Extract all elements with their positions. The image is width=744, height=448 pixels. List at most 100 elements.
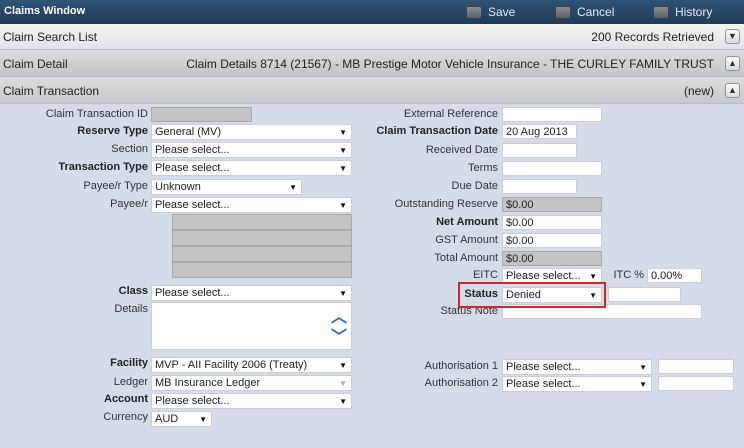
due-date-input[interactable] xyxy=(502,179,577,194)
due-date-label: Due Date xyxy=(451,180,498,192)
authorisation2-value: Please select... xyxy=(506,378,581,390)
claim-search-list-bar[interactable]: Claim Search List 200 Records Retrieved … xyxy=(0,24,744,50)
section-label: Section xyxy=(111,143,148,155)
window-title: Claims Window xyxy=(4,5,86,17)
transaction-type-label: Transaction Type xyxy=(58,161,148,173)
transaction-type-select[interactable]: Please select... ▼ xyxy=(151,160,352,176)
eitc-value: Please select... xyxy=(506,270,581,282)
dropdown-arrow-icon: ▼ xyxy=(589,272,597,281)
gst-amount-input[interactable]: $0.00 xyxy=(502,233,602,248)
class-select[interactable]: Please select... ▼ xyxy=(151,285,352,301)
payee-type-select[interactable]: Unknown ▼ xyxy=(151,179,302,195)
save-label: Save xyxy=(488,5,516,19)
details-textarea[interactable]: ︿ ﹀ xyxy=(151,302,352,350)
account-select[interactable]: Please select... ▼ xyxy=(151,393,352,409)
claim-transaction-state: (new) xyxy=(683,84,714,98)
claim-transaction-form: Claim Transaction ID Reserve Type Genera… xyxy=(0,105,744,448)
net-amount-input[interactable]: $0.00 xyxy=(502,215,602,230)
account-value: Please select... xyxy=(155,395,230,407)
dropdown-arrow-icon: ▼ xyxy=(339,379,347,388)
scroll-up-icon[interactable]: ︿ xyxy=(331,310,347,326)
dropdown-arrow-icon: ▼ xyxy=(639,363,647,372)
chevron-down-icon[interactable]: ▼ xyxy=(725,29,740,44)
payee-type-value: Unknown xyxy=(155,181,201,193)
dropdown-arrow-icon: ▼ xyxy=(339,289,347,298)
currency-value: AUD xyxy=(155,413,179,425)
authorisation2-select[interactable]: Please select... ▼ xyxy=(502,376,652,392)
reserve-type-value: General (MV) xyxy=(155,126,222,138)
payee-address-line xyxy=(172,262,352,278)
records-retrieved-text: 200 Records Retrieved xyxy=(591,30,714,44)
claim-transaction-bar[interactable]: Claim Transaction (new) ▲ xyxy=(0,78,744,104)
section-value: Please select... xyxy=(155,144,230,156)
currency-label: Currency xyxy=(103,411,148,423)
chevron-up-icon[interactable]: ▲ xyxy=(725,56,740,71)
gst-amount-label: GST Amount xyxy=(435,234,498,246)
chevron-up-icon[interactable]: ▲ xyxy=(725,83,740,98)
window-titlebar: Claims Window Save Cancel History xyxy=(0,0,744,24)
history-icon xyxy=(653,5,669,19)
reserve-type-label: Reserve Type xyxy=(77,125,148,137)
class-value: Please select... xyxy=(155,287,230,299)
authorisation1-extra-input[interactable] xyxy=(658,359,734,374)
claim-transaction-date-label: Claim Transaction Date xyxy=(376,125,498,137)
dropdown-arrow-icon: ▼ xyxy=(639,380,647,389)
history-button[interactable]: History xyxy=(653,3,712,21)
section-select[interactable]: Please select... ▼ xyxy=(151,142,352,158)
dropdown-arrow-icon: ▼ xyxy=(339,361,347,370)
external-reference-label: External Reference xyxy=(403,108,498,120)
claim-detail-info: Claim Details 8714 (21567) - MB Prestige… xyxy=(186,57,714,71)
status-highlight-box xyxy=(458,282,606,308)
dropdown-arrow-icon: ▼ xyxy=(289,183,297,192)
total-amount-label: Total Amount xyxy=(434,252,498,264)
ledger-select[interactable]: MB Insurance Ledger ▼ xyxy=(151,375,352,391)
authorisation1-select[interactable]: Please select... ▼ xyxy=(502,359,652,375)
terms-input[interactable] xyxy=(502,161,602,176)
facility-select[interactable]: MVP - AII Facility 2006 (Treaty) ▼ xyxy=(151,357,352,373)
eitc-label: EITC xyxy=(472,269,498,281)
scroll-down-icon[interactable]: ﹀ xyxy=(331,330,347,346)
authorisation2-label: Authorisation 2 xyxy=(424,377,498,389)
history-label: History xyxy=(675,5,713,19)
payee-address-line xyxy=(172,230,352,246)
cancel-label: Cancel xyxy=(577,5,615,19)
dropdown-arrow-icon: ▼ xyxy=(339,201,347,210)
external-reference-input[interactable] xyxy=(502,107,602,122)
authorisation2-extra-input[interactable] xyxy=(658,376,734,391)
currency-select[interactable]: AUD ▼ xyxy=(151,411,212,427)
terms-label: Terms xyxy=(468,162,498,174)
received-date-label: Received Date xyxy=(425,144,498,156)
class-label: Class xyxy=(118,285,148,297)
payee-select[interactable]: Please select... ▼ xyxy=(151,197,352,213)
claim-detail-label: Claim Detail xyxy=(3,57,68,71)
save-icon xyxy=(466,5,482,19)
claim-detail-bar[interactable]: Claim Detail Claim Details 8714 (21567) … xyxy=(0,51,744,77)
ledger-label: Ledger xyxy=(113,376,148,388)
dropdown-arrow-icon: ▼ xyxy=(339,146,347,155)
payee-type-label: Payee/r Type xyxy=(83,180,148,192)
dropdown-arrow-icon: ▼ xyxy=(339,397,347,406)
facility-label: Facility xyxy=(110,357,148,369)
received-date-input[interactable] xyxy=(502,143,577,158)
cancel-icon xyxy=(555,5,571,19)
authorisation1-value: Please select... xyxy=(506,361,581,373)
dropdown-arrow-icon: ▼ xyxy=(199,415,207,424)
status-extra-input[interactable] xyxy=(608,287,681,302)
save-button[interactable]: Save xyxy=(466,3,515,21)
transaction-type-value: Please select... xyxy=(155,162,230,174)
payee-address-line xyxy=(172,214,352,230)
claim-transaction-date-input[interactable]: 20 Aug 2013 xyxy=(502,124,577,139)
reserve-type-select[interactable]: General (MV) ▼ xyxy=(151,124,352,140)
itc-percent-input[interactable]: 0.00% xyxy=(647,268,702,283)
claim-transaction-label: Claim Transaction xyxy=(3,84,100,98)
facility-value: MVP - AII Facility 2006 (Treaty) xyxy=(155,359,308,371)
claim-search-list-label: Claim Search List xyxy=(3,30,98,44)
claim-transaction-id-field xyxy=(151,107,252,122)
cancel-button[interactable]: Cancel xyxy=(555,3,614,21)
claim-transaction-id-label: Claim Transaction ID xyxy=(45,108,148,120)
ledger-value: MB Insurance Ledger xyxy=(155,377,261,389)
details-label: Details xyxy=(114,303,148,315)
outstanding-reserve-label: Outstanding Reserve xyxy=(394,198,498,210)
dropdown-arrow-icon: ▼ xyxy=(339,128,347,137)
payee-address-line xyxy=(172,246,352,262)
